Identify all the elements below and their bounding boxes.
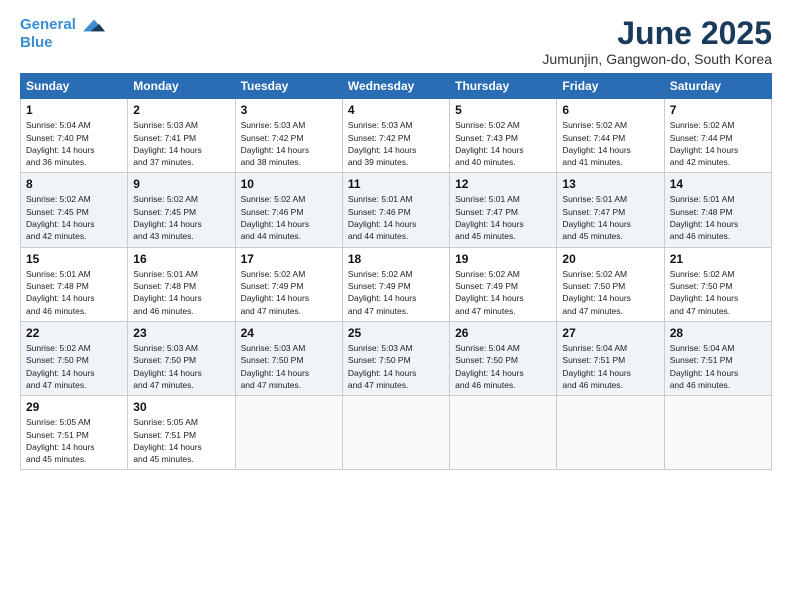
table-row: 6 Sunrise: 5:02 AMSunset: 7:44 PMDayligh… — [557, 99, 664, 173]
table-row: 16 Sunrise: 5:01 AMSunset: 7:48 PMDaylig… — [128, 247, 235, 321]
page: General Blue June 2025 Jumunjin, Gangwon… — [0, 0, 792, 612]
table-row: 2 Sunrise: 5:03 AMSunset: 7:41 PMDayligh… — [128, 99, 235, 173]
col-tuesday: Tuesday — [235, 74, 342, 99]
table-row: 17 Sunrise: 5:02 AMSunset: 7:49 PMDaylig… — [235, 247, 342, 321]
col-saturday: Saturday — [664, 74, 771, 99]
table-row: 14 Sunrise: 5:01 AMSunset: 7:48 PMDaylig… — [664, 173, 771, 247]
col-wednesday: Wednesday — [342, 74, 449, 99]
table-row — [664, 396, 771, 470]
table-row: 19 Sunrise: 5:02 AMSunset: 7:49 PMDaylig… — [450, 247, 557, 321]
logo-line1: General — [20, 16, 76, 33]
table-row: 15 Sunrise: 5:01 AMSunset: 7:48 PMDaylig… — [21, 247, 128, 321]
table-row — [342, 396, 449, 470]
table-row: 21 Sunrise: 5:02 AMSunset: 7:50 PMDaylig… — [664, 247, 771, 321]
table-row: 24 Sunrise: 5:03 AMSunset: 7:50 PMDaylig… — [235, 321, 342, 395]
table-row: 20 Sunrise: 5:02 AMSunset: 7:50 PMDaylig… — [557, 247, 664, 321]
logo-text-block: General Blue — [20, 16, 105, 52]
table-row: 27 Sunrise: 5:04 AMSunset: 7:51 PMDaylig… — [557, 321, 664, 395]
table-row — [557, 396, 664, 470]
table-row: 4 Sunrise: 5:03 AMSunset: 7:42 PMDayligh… — [342, 99, 449, 173]
month-title: June 2025 — [542, 16, 772, 51]
table-row: 11 Sunrise: 5:01 AMSunset: 7:46 PMDaylig… — [342, 173, 449, 247]
title-block: June 2025 Jumunjin, Gangwon-do, South Ko… — [542, 16, 772, 67]
col-thursday: Thursday — [450, 74, 557, 99]
table-row: 23 Sunrise: 5:03 AMSunset: 7:50 PMDaylig… — [128, 321, 235, 395]
logo-line2: Blue — [20, 34, 53, 51]
col-friday: Friday — [557, 74, 664, 99]
table-row: 12 Sunrise: 5:01 AMSunset: 7:47 PMDaylig… — [450, 173, 557, 247]
location: Jumunjin, Gangwon-do, South Korea — [542, 51, 772, 67]
table-row: 18 Sunrise: 5:02 AMSunset: 7:49 PMDaylig… — [342, 247, 449, 321]
table-row: 9 Sunrise: 5:02 AMSunset: 7:45 PMDayligh… — [128, 173, 235, 247]
table-row: 10 Sunrise: 5:02 AMSunset: 7:46 PMDaylig… — [235, 173, 342, 247]
table-row: 13 Sunrise: 5:01 AMSunset: 7:47 PMDaylig… — [557, 173, 664, 247]
logo: General Blue — [20, 16, 105, 52]
table-row: 25 Sunrise: 5:03 AMSunset: 7:50 PMDaylig… — [342, 321, 449, 395]
col-sunday: Sunday — [21, 74, 128, 99]
calendar-table: Sunday Monday Tuesday Wednesday Thursday… — [20, 73, 772, 470]
table-row: 26 Sunrise: 5:04 AMSunset: 7:50 PMDaylig… — [450, 321, 557, 395]
table-row: 30 Sunrise: 5:05 AMSunset: 7:51 PMDaylig… — [128, 396, 235, 470]
table-row: 5 Sunrise: 5:02 AMSunset: 7:43 PMDayligh… — [450, 99, 557, 173]
table-row: 3 Sunrise: 5:03 AMSunset: 7:42 PMDayligh… — [235, 99, 342, 173]
table-row — [450, 396, 557, 470]
table-row: 8 Sunrise: 5:02 AMSunset: 7:45 PMDayligh… — [21, 173, 128, 247]
table-row: 1 Sunrise: 5:04 AMSunset: 7:40 PMDayligh… — [21, 99, 128, 173]
col-monday: Monday — [128, 74, 235, 99]
table-row: 28 Sunrise: 5:04 AMSunset: 7:51 PMDaylig… — [664, 321, 771, 395]
logo-icon — [83, 18, 105, 33]
table-row: 29 Sunrise: 5:05 AMSunset: 7:51 PMDaylig… — [21, 396, 128, 470]
calendar-header-row: Sunday Monday Tuesday Wednesday Thursday… — [21, 74, 772, 99]
table-row: 22 Sunrise: 5:02 AMSunset: 7:50 PMDaylig… — [21, 321, 128, 395]
header: General Blue June 2025 Jumunjin, Gangwon… — [20, 16, 772, 67]
table-row: 7 Sunrise: 5:02 AMSunset: 7:44 PMDayligh… — [664, 99, 771, 173]
table-row — [235, 396, 342, 470]
